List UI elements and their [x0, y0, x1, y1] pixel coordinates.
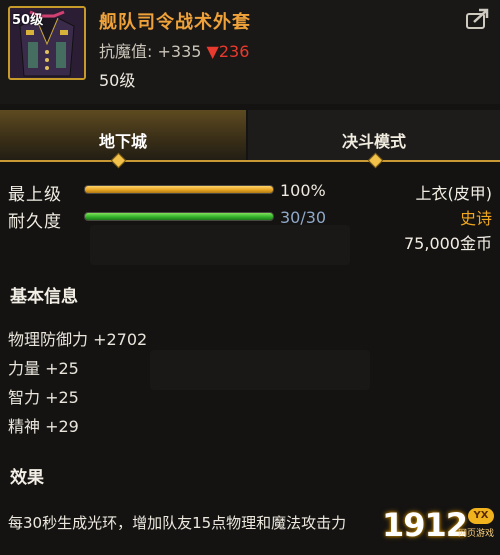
tab-duel-label: 决斗模式	[341, 132, 406, 151]
tab-dungeon[interactable]: 地下城	[0, 110, 246, 162]
durability-bar-fill	[85, 213, 273, 220]
effect-title: 效果	[10, 468, 44, 488]
attr-strength: 力量 +25	[8, 359, 79, 378]
resist-down-value: ▼236	[206, 42, 250, 61]
item-price: 75,000金币	[404, 234, 492, 253]
coat-item-icon: 50级	[8, 6, 86, 80]
effect-text: 每30秒生成光环，增加队友15点物理和魔法攻击力	[8, 514, 347, 532]
attr-physical-defense: 物理防御力 +2702	[8, 330, 148, 349]
attr-spirit: 精神 +29	[8, 417, 79, 436]
durability-label: 耐久度	[8, 212, 62, 232]
basic-info-title: 基本信息	[10, 287, 78, 307]
share-icon[interactable]	[466, 8, 490, 30]
grade-label: 最上级	[8, 185, 62, 205]
item-header: 50级 舰队司令战术外套 抗魔值: +335 ▼236 50级	[0, 0, 500, 104]
watermark-number: 1912	[382, 506, 468, 544]
resist-row: 抗魔值: +335 ▼236	[99, 38, 249, 62]
tab-dungeon-label: 地下城	[98, 132, 147, 151]
mode-tab-bar: 地下城 决斗模式	[0, 110, 500, 169]
grade-bar	[84, 185, 274, 194]
background-decoration	[90, 225, 350, 265]
resist-value: +335	[157, 42, 202, 61]
grade-bar-fill	[85, 186, 273, 193]
attr-intelligence: 智力 +25	[8, 388, 79, 407]
durability-value: 30/30	[280, 208, 327, 227]
item-level: 50级	[99, 71, 136, 90]
site-watermark-logo: 1912 YX 网页游戏	[382, 506, 494, 552]
grade-value: 100%	[280, 181, 326, 200]
durability-bar	[84, 212, 274, 221]
item-rarity: 史诗	[459, 209, 492, 228]
background-decoration	[150, 350, 370, 390]
watermark-badge: YX	[468, 508, 494, 524]
item-type: 上衣(皮甲)	[415, 184, 493, 203]
tab-underline	[0, 160, 500, 162]
item-name: 舰队司令战术外套	[99, 12, 251, 33]
item-level-tag: 50级	[12, 13, 44, 28]
watermark-subtitle: 网页游戏	[457, 529, 494, 539]
resist-label: 抗魔值:	[99, 42, 153, 61]
